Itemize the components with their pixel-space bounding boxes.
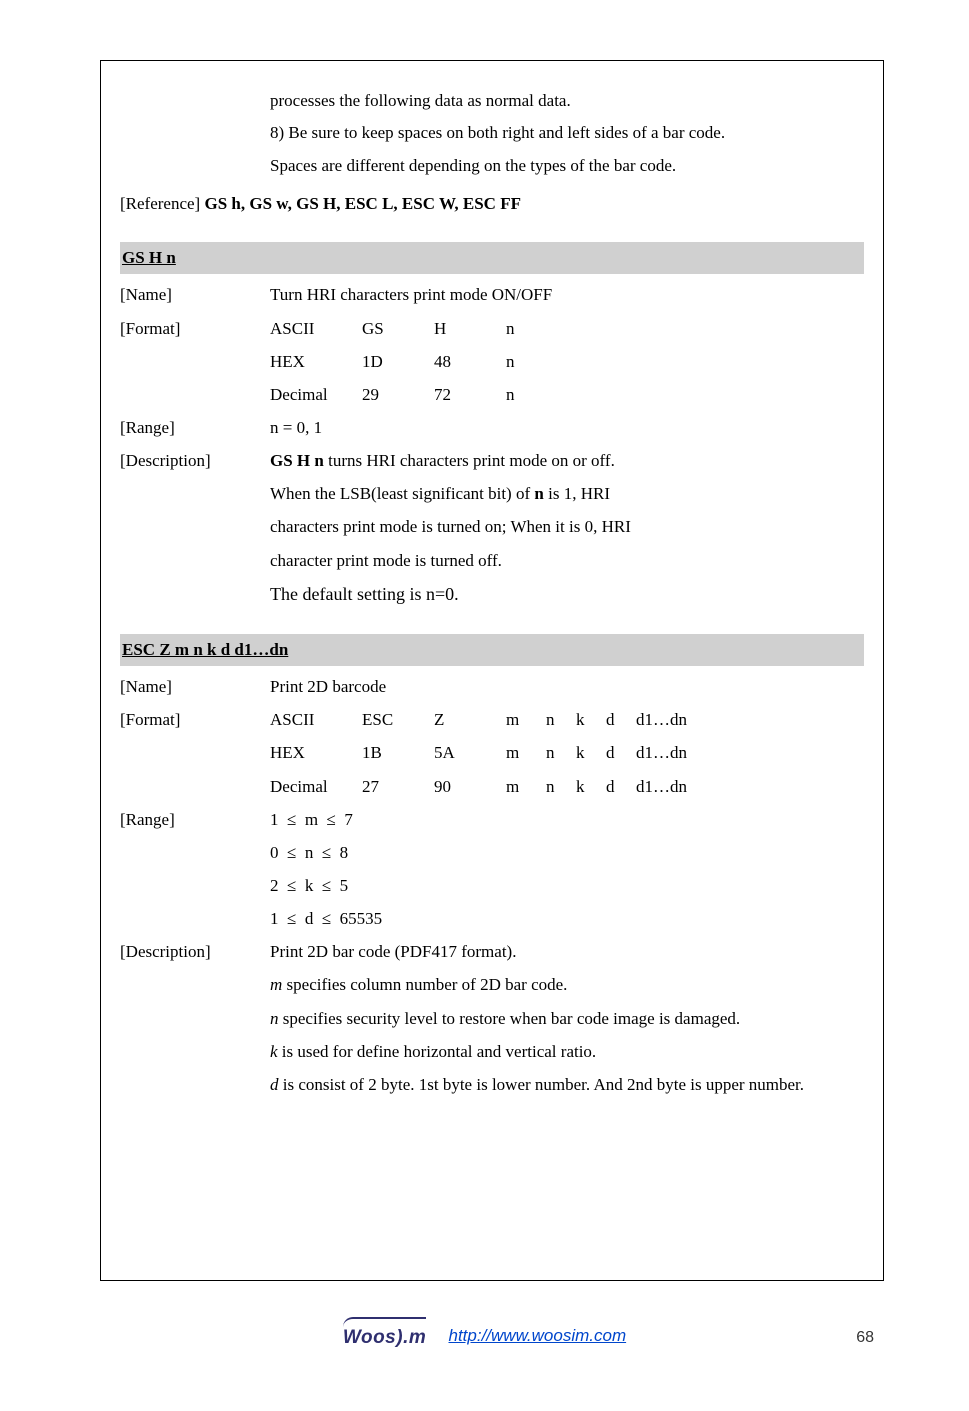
fmt-cell: Decimal [270,378,362,411]
esc-z-table: [Name] Print 2D barcode [Format] ASCII E… [120,670,864,1101]
name-value: Turn HRI characters print mode ON/OFF [270,278,864,311]
name-value: Print 2D barcode [270,670,864,703]
footer: Woos).m http://www.woosim.com [0,1317,969,1356]
fmt-cell: k [576,736,606,769]
fmt-cell: 1D [362,345,434,378]
fmt-cell: H [434,312,506,345]
fmt-cell: n [506,378,864,411]
range-line: 0 ≤ n ≤ 8 [270,836,864,869]
logo: Woos).m [343,1317,426,1356]
desc-italic: k [270,1042,278,1061]
description-line: GS H n turns HRI characters print mode o… [270,444,864,477]
description-label: [Description] [120,935,270,968]
fmt-cell: n [546,703,576,736]
desc-text: is 1, HRI [544,484,610,503]
fmt-cell: 29 [362,378,434,411]
desc-text: turns HRI characters print mode on or of… [324,451,615,470]
name-label: [Name] [120,670,270,703]
intro-line-2: 8) Be sure to keep spaces on both right … [270,117,864,149]
fmt-cell: GS [362,312,434,345]
fmt-cell: Z [434,703,506,736]
fmt-cell: m [506,736,546,769]
intro-line-3: Spaces are different depending on the ty… [270,150,864,182]
description-line: character print mode is turned off. [270,544,864,577]
description-line: m specifies column number of 2D bar code… [270,968,864,1001]
fmt-cell: HEX [270,736,362,769]
range-line: 2 ≤ k ≤ 5 [270,869,864,902]
desc-text: When the LSB(least significant bit) of [270,484,534,503]
fmt-cell: d [606,736,636,769]
fmt-cell: d1…dn [636,736,864,769]
fmt-cell: n [506,345,864,378]
description-label: [Description] [120,444,270,477]
fmt-cell: k [576,770,606,803]
fmt-cell: ESC [362,703,434,736]
intro-line-1: processes the following data as normal d… [270,85,864,117]
description-line: n specifies security level to restore wh… [270,1002,864,1035]
desc-bold: n [534,484,543,503]
range-line: 1 ≤ m ≤ 7 [270,803,864,836]
fmt-cell: d1…dn [636,770,864,803]
desc-italic: m [270,975,282,994]
range-label: [Range] [120,411,270,444]
fmt-cell: n [506,312,864,345]
fmt-cell: k [576,703,606,736]
fmt-cell: 5A [434,736,506,769]
fmt-cell: 90 [434,770,506,803]
description-line: When the LSB(least significant bit) of n… [270,477,864,510]
fmt-cell: d1…dn [636,703,864,736]
fmt-cell: 72 [434,378,506,411]
fmt-cell: Decimal [270,770,362,803]
range-value: n = 0, 1 [270,411,864,444]
section-heading-gs-h-n: GS H n [120,242,864,274]
fmt-cell: d [606,770,636,803]
desc-italic: d [270,1075,279,1094]
desc-bold: GS H n [270,451,324,470]
fmt-cell: ASCII [270,312,362,345]
section-heading-esc-z: ESC Z m n k d d1…dn [120,634,864,666]
footer-link[interactable]: http://www.woosim.com [449,1326,627,1345]
fmt-cell: n [546,770,576,803]
fmt-cell: 1B [362,736,434,769]
range-label: [Range] [120,803,270,836]
description-line: The default setting is n=0. [270,577,864,612]
fmt-cell: m [506,770,546,803]
format-label: [Format] [120,312,270,345]
desc-text: is consist of 2 byte. 1st byte is lower … [279,1075,805,1094]
range-line: 1 ≤ d ≤ 65535 [270,902,864,935]
desc-italic: n [270,1009,279,1028]
description-line: characters print mode is turned on; When… [270,510,864,543]
description-line: k is used for define horizontal and vert… [270,1035,864,1068]
fmt-cell: 48 [434,345,506,378]
desc-text: specifies security level to restore when… [279,1009,741,1028]
reference-bold: GS h, GS w, GS H, ESC L, ESC W, ESC FF [204,194,521,213]
description-line: Print 2D bar code (PDF417 format). [270,935,864,968]
fmt-cell: HEX [270,345,362,378]
fmt-cell: n [546,736,576,769]
fmt-cell: m [506,703,546,736]
page-number: 68 [856,1323,874,1353]
reference-label: [Reference] [120,194,204,213]
fmt-cell: 27 [362,770,434,803]
fmt-cell: ASCII [270,703,362,736]
desc-text: is used for define horizontal and vertic… [278,1042,597,1061]
description-line: d is consist of 2 byte. 1st byte is lowe… [270,1068,864,1101]
name-label: [Name] [120,278,270,311]
format-label: [Format] [120,703,270,736]
fmt-cell: d [606,703,636,736]
desc-text: specifies column number of 2D bar code. [282,975,567,994]
gs-h-n-table: [Name] Turn HRI characters print mode ON… [120,278,864,611]
